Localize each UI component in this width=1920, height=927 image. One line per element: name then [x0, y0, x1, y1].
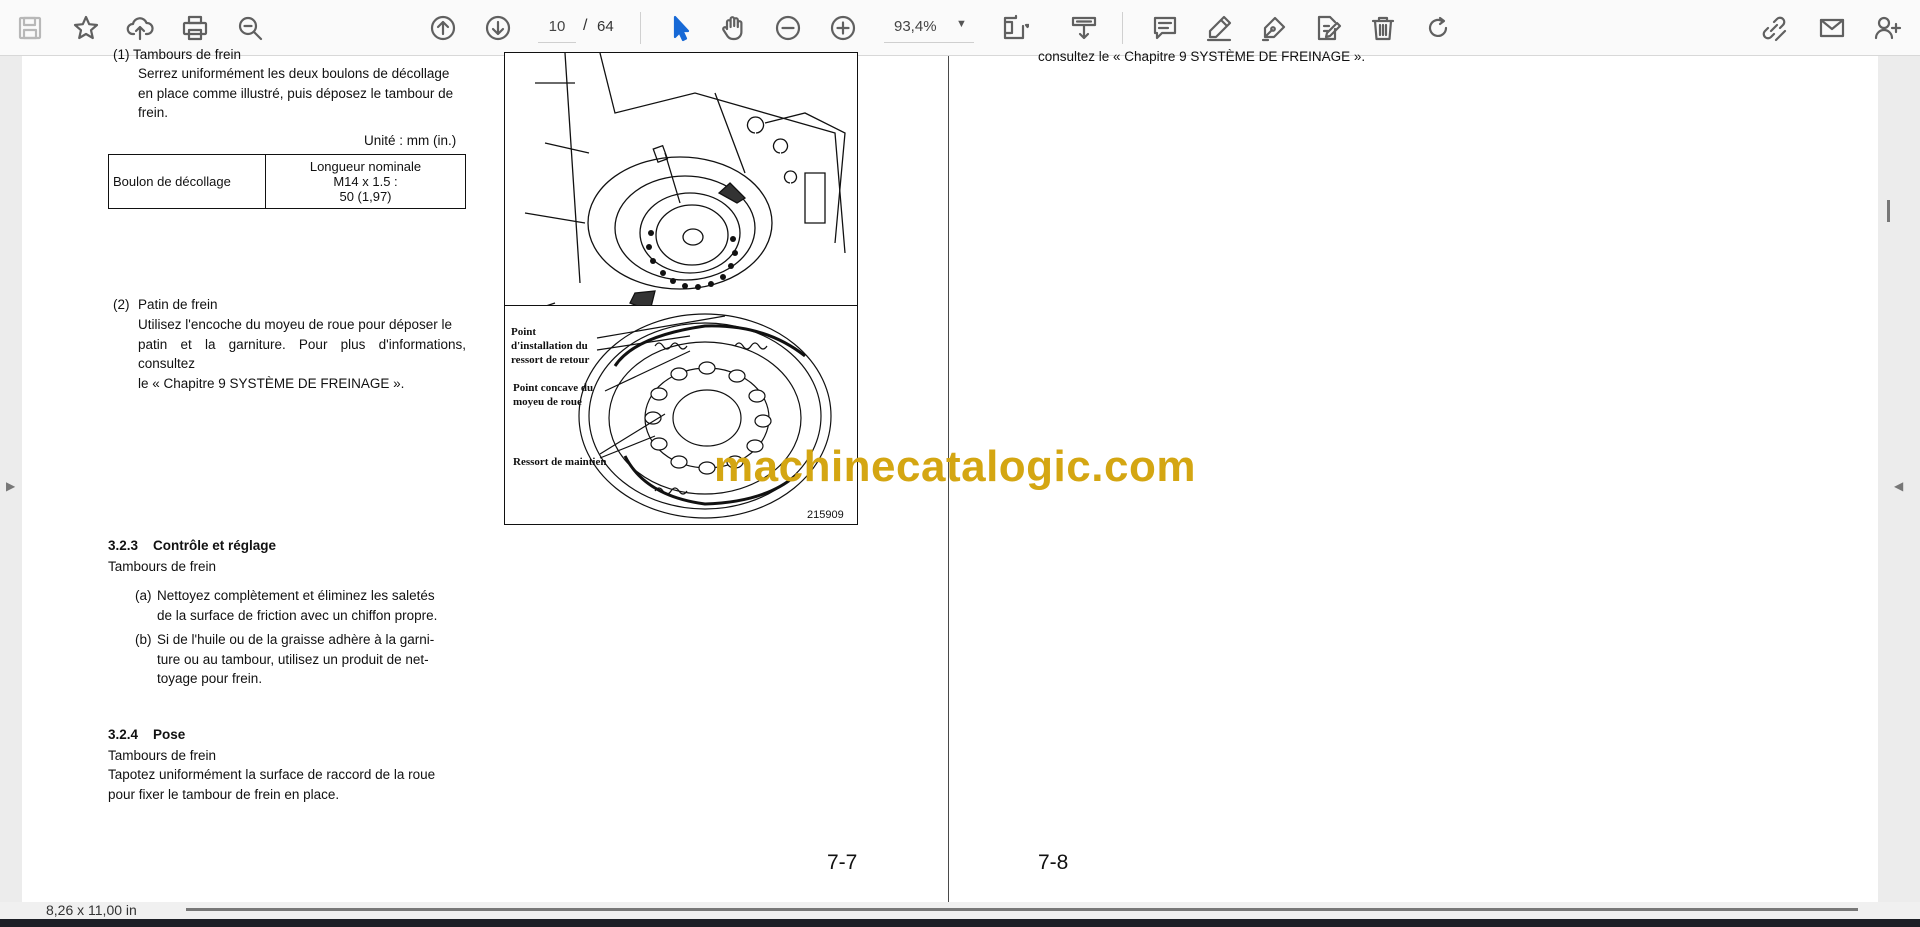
text-line: ture ou au tambour, utilisez un produit … — [157, 651, 429, 667]
figure-brake-drum: 215696 — [504, 52, 858, 328]
item-b-paragraph: Si de l'huile ou de la graisse adhère à … — [157, 630, 466, 689]
zoom-in-icon[interactable] — [823, 8, 863, 48]
unit-label: Unité : mm (in.) — [364, 133, 457, 148]
right-page-text: consultez le « Chapitre 9 SYSTÈME DE FRE… — [1038, 49, 1366, 64]
cloud-upload-icon[interactable] — [120, 8, 160, 48]
item2-number: (2) — [113, 297, 130, 312]
status-bar: 8,26 x 11,00 in — [0, 902, 1920, 919]
text-line: frein. — [138, 105, 169, 120]
right-pane: ◀ — [1878, 56, 1920, 902]
redo-icon[interactable] — [1418, 8, 1458, 48]
text-line: toyage pour frein. — [157, 671, 263, 686]
scroll-mode-icon[interactable] — [1064, 8, 1104, 48]
chevron-down-icon: ▼ — [956, 18, 967, 30]
callout-line: moyeu de roue — [513, 396, 582, 408]
text-line: de la surface de friction avec un chiffo… — [157, 607, 438, 623]
left-pane: ▶ — [0, 56, 22, 902]
item2-paragraph: Utilisez l'encoche du moyeu de roue pour… — [138, 315, 466, 393]
previous-page-icon[interactable] — [423, 8, 463, 48]
item2-heading: Patin de frein — [138, 297, 218, 312]
link-edit-icon[interactable] — [1754, 8, 1794, 48]
section-number: 3.2.3 — [108, 538, 139, 553]
hand-tool-icon[interactable] — [713, 8, 753, 48]
callout-return-spring: Point d'installation du ressort de retou… — [511, 325, 589, 367]
vertical-scrollbar[interactable] — [1887, 200, 1890, 222]
document-viewer[interactable]: ▶ ◀ (1) Tambours de frein Serrez uniform… — [0, 47, 1920, 902]
section-subtitle: Tambours de frein — [108, 748, 217, 763]
toolbar: / 64 93,4% ▼ — [0, 0, 1920, 56]
section-title: Pose — [153, 727, 186, 742]
zoom-search-icon[interactable] — [230, 8, 270, 48]
expand-right-pane-icon[interactable]: ◀ — [1894, 479, 1903, 493]
text-line: Serrez uniformément les deux boulons de … — [138, 66, 450, 81]
callout-hub-concave: Point concave du moyeu de roue — [513, 381, 593, 409]
figure-number: 215909 — [807, 509, 844, 521]
callout-hold-spring: Ressort de maintien — [513, 455, 607, 469]
edit-document-icon[interactable] — [1308, 8, 1348, 48]
horizontal-scrollbar[interactable] — [186, 908, 1858, 911]
callout-line: d'installation du — [511, 340, 588, 352]
zoom-value: 93,4% — [894, 18, 937, 35]
highlight-pen-icon[interactable] — [1199, 8, 1239, 48]
page-total: 64 — [597, 18, 614, 35]
page-fit-icon[interactable] — [994, 8, 1034, 48]
draw-pen-icon[interactable] — [1254, 8, 1294, 48]
table-cell: Boulon de décollage — [108, 154, 266, 209]
page-number-left: 7-7 — [827, 851, 858, 874]
item1-paragraph: Serrez uniformément les deux boulons de … — [138, 64, 466, 123]
text-line: Nettoyez complètement et éliminez les sa… — [157, 588, 435, 603]
item-a-label: (a) — [135, 588, 152, 603]
page-size-label: 8,26 x 11,00 in — [46, 902, 137, 918]
callout-line: Point concave du — [513, 382, 594, 394]
callout-line: Ressort de maintien — [513, 456, 607, 468]
zoom-out-icon[interactable] — [768, 8, 808, 48]
section-subtitle: Tambours de frein — [108, 559, 217, 574]
add-user-icon[interactable] — [1868, 8, 1908, 48]
select-cursor-icon[interactable] — [660, 8, 700, 48]
save-icon[interactable] — [10, 8, 50, 48]
table-cell: Longueur nominale M14 x 1.5 : 50 (1,97) — [265, 154, 466, 209]
figure-brake-shoe: Point d'installation du ressort de retou… — [504, 305, 858, 525]
text-line: Si de l'huile ou de la graisse adhère à … — [157, 632, 435, 647]
text-line: patin et la garniture. Pour plus d'infor… — [138, 336, 466, 372]
section-title: Contrôle et réglage — [153, 538, 277, 553]
brake-drum-illustration — [524, 53, 846, 326]
toolbar-divider — [1122, 12, 1123, 44]
star-icon[interactable] — [66, 8, 106, 48]
page-separator: / — [583, 17, 588, 34]
item-a-paragraph: Nettoyez complètement et éliminez les sa… — [157, 586, 466, 625]
item-b-label: (b) — [135, 632, 152, 647]
mail-icon[interactable] — [1812, 8, 1852, 48]
callout-line: Point — [511, 326, 537, 338]
cell-line: M14 x 1.5 : — [333, 174, 398, 189]
section-number: 3.2.4 — [108, 727, 139, 742]
watermark: machinecatalogic.com — [714, 442, 1196, 491]
section-paragraph: Tapotez uniformément la surface de racco… — [108, 765, 468, 804]
page-number-right: 7-8 — [1038, 851, 1069, 874]
text-line: Tapotez uniformément la surface de racco… — [108, 767, 436, 782]
next-page-icon[interactable] — [478, 8, 518, 48]
callout-line: ressort de retour — [511, 354, 590, 366]
taskbar-strip — [0, 919, 1920, 927]
text-line: le « Chapitre 9 SYSTÈME DE FREINAGE ». — [138, 375, 405, 391]
table-row: Boulon de décollage Longueur nominale M1… — [108, 154, 466, 209]
cell-line: Longueur nominale — [309, 159, 422, 174]
text-line: Utilisez l'encoche du moyeu de roue pour… — [138, 317, 453, 332]
spec-table: Boulon de décollage Longueur nominale M1… — [108, 154, 466, 209]
toolbar-divider — [640, 12, 641, 44]
comment-icon[interactable] — [1145, 8, 1185, 48]
text-line: en place comme illustré, puis déposez le… — [138, 85, 454, 101]
text-line: pour fixer le tambour de frein en place. — [108, 786, 340, 802]
expand-left-pane-icon[interactable]: ▶ — [6, 479, 15, 493]
zoom-dropdown[interactable]: 93,4% ▼ — [884, 11, 974, 43]
cell-line: 50 (1,97) — [339, 189, 392, 204]
printer-icon[interactable] — [175, 8, 215, 48]
item1-heading: (1) Tambours de frein — [113, 47, 242, 62]
trash-icon[interactable] — [1363, 8, 1403, 48]
page-number-input[interactable] — [538, 11, 576, 43]
